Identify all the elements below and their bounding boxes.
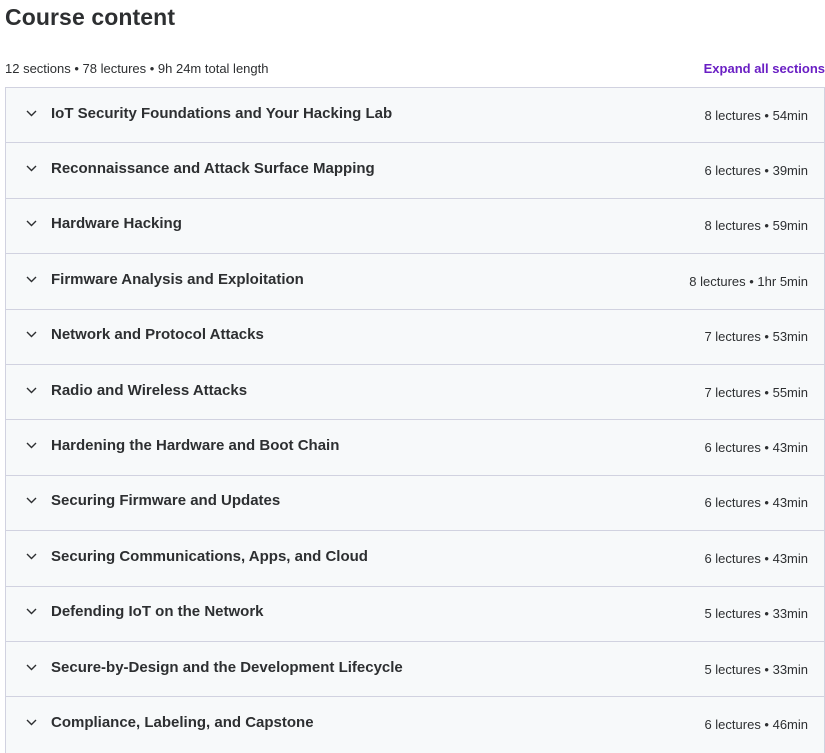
section-header[interactable]: Network and Protocol Attacks 7 lectures •… bbox=[6, 309, 824, 365]
expand-all-sections-button[interactable]: Expand all sections bbox=[704, 61, 825, 76]
section-title: Hardening the Hardware and Boot Chain bbox=[51, 437, 340, 455]
chevron-down-icon bbox=[25, 107, 37, 119]
chevron-down-icon bbox=[25, 218, 37, 230]
chevron-down-icon bbox=[25, 163, 37, 175]
section-lecture-info: 6 lectures • 46min bbox=[704, 717, 808, 733]
section-header[interactable]: Firmware Analysis and Exploitation 8 lect… bbox=[6, 254, 824, 310]
chevron-down-icon bbox=[25, 384, 37, 396]
section-header[interactable]: Reconnaissance and Attack Surface Mappin… bbox=[6, 143, 824, 199]
section-lecture-info: 8 lectures • 59min bbox=[704, 218, 808, 234]
section-title: Network and Protocol Attacks bbox=[51, 326, 264, 344]
page-title: Course content bbox=[5, 4, 176, 30]
course-summary: 12 sections • 78 lectures • 9h 24m total… bbox=[5, 60, 269, 76]
section-title: Secure-by-Design and the Development Lif… bbox=[51, 658, 403, 676]
section-lecture-info: 7 lectures • 55min bbox=[704, 384, 808, 400]
chevron-down-icon bbox=[25, 440, 37, 452]
chevron-down-icon bbox=[25, 495, 37, 507]
chevron-down-icon bbox=[25, 273, 37, 285]
section-lecture-info: 6 lectures • 39min bbox=[704, 163, 808, 179]
chevron-down-icon bbox=[25, 661, 37, 673]
section-header[interactable]: Hardening the Hardware and Boot Chain 6 l… bbox=[6, 420, 824, 476]
section-list: IoT Security Foundations and Your Hackin… bbox=[5, 87, 825, 753]
section-title: IoT Security Foundations and Your Hackin… bbox=[51, 104, 393, 122]
section-lecture-info: 6 lectures • 43min bbox=[704, 550, 808, 566]
section-lecture-info: 7 lectures • 53min bbox=[704, 329, 808, 345]
section-lecture-info: 8 lectures • 54min bbox=[704, 107, 808, 123]
section-header[interactable]: Securing Firmware and Updates 6 lectures … bbox=[6, 475, 824, 532]
section-title: Securing Firmware and Updates bbox=[51, 492, 281, 510]
section-header[interactable]: Compliance, Labeling, and Capstone 6 lect… bbox=[6, 697, 824, 753]
section-header[interactable]: Radio and Wireless Attacks 7 lectures • 5… bbox=[6, 364, 824, 421]
section-title: Securing Communications, Apps, and Cloud bbox=[51, 547, 368, 565]
section-header[interactable]: IoT Security Foundations and Your Hackin… bbox=[6, 88, 824, 144]
section-lecture-info: 5 lectures • 33min bbox=[704, 661, 808, 677]
chevron-down-icon bbox=[25, 606, 37, 618]
section-title: Compliance, Labeling, and Capstone bbox=[51, 714, 314, 732]
section-title: Reconnaissance and Attack Surface Mappin… bbox=[51, 160, 375, 178]
section-title: Radio and Wireless Attacks bbox=[51, 381, 248, 399]
section-title: Defending IoT on the Network bbox=[51, 603, 264, 621]
section-header[interactable]: Defending IoT on the Network 5 lectures •… bbox=[6, 586, 824, 642]
summary-row: 12 sections • 78 lectures • 9h 24m total… bbox=[5, 58, 825, 78]
section-title: Hardware Hacking bbox=[51, 215, 182, 233]
section-header[interactable]: Hardware Hacking 8 lectures • 59min bbox=[6, 198, 824, 255]
section-lecture-info: 8 lectures • 1hr 5min bbox=[689, 273, 808, 289]
chevron-down-icon bbox=[25, 550, 37, 562]
section-header[interactable]: Secure-by-Design and the Development Lif… bbox=[6, 641, 824, 698]
section-lecture-info: 5 lectures • 33min bbox=[704, 606, 808, 622]
chevron-down-icon bbox=[25, 329, 37, 341]
section-title: Firmware Analysis and Exploitation bbox=[51, 270, 304, 288]
section-header[interactable]: Securing Communications, Apps, and Cloud… bbox=[6, 531, 824, 587]
course-content-panel: Course content 12 sections • 78 lectures… bbox=[0, 0, 825, 753]
section-lecture-info: 6 lectures • 43min bbox=[704, 495, 808, 511]
section-lecture-info: 6 lectures • 43min bbox=[704, 440, 808, 456]
chevron-down-icon bbox=[25, 717, 37, 729]
